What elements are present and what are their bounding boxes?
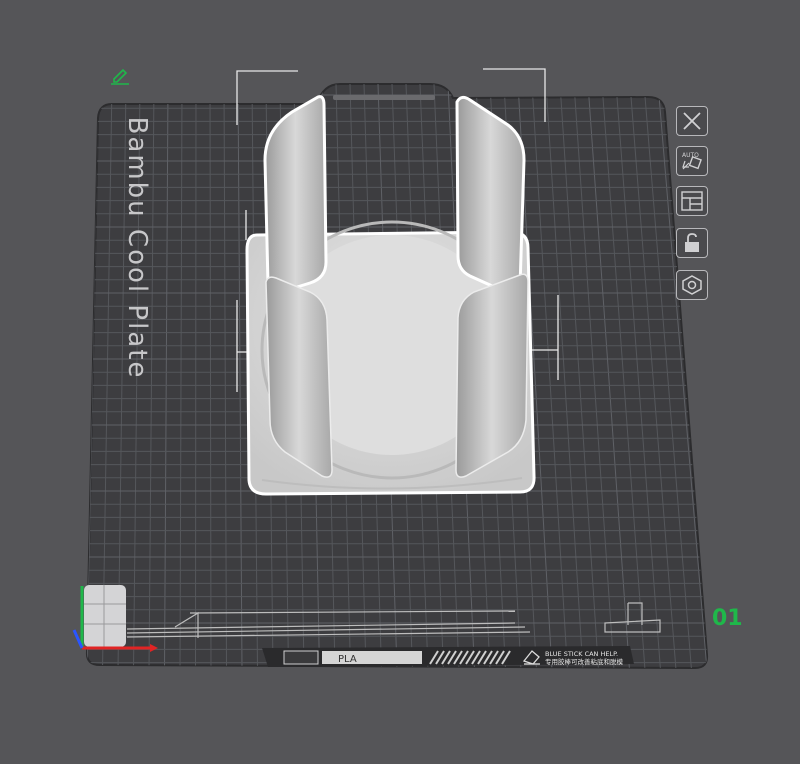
plate-name: Bambu Cool Plate: [122, 116, 152, 380]
remove-plate-button[interactable]: [676, 106, 708, 136]
arrange-icon: [681, 191, 703, 211]
glue-hint-en: BLUE STICK CAN HELP.: [545, 650, 618, 658]
plate-settings-icon: [682, 275, 702, 295]
filament-label: PLA: [338, 654, 357, 665]
glue-hint-cn: 专用胶棒可改善粘底和脱模: [545, 657, 624, 666]
auto-orient-icon: AUTO: [682, 152, 702, 170]
edit-plate-icon[interactable]: [109, 66, 131, 86]
arrange-button[interactable]: [676, 186, 708, 216]
plate-settings-button[interactable]: [676, 270, 708, 300]
auto-orient-button[interactable]: AUTO: [676, 146, 708, 176]
close-icon: [683, 112, 701, 130]
lock-icon: [685, 233, 699, 252]
plate-info-strip: PLA BLUE STICK CAN HELP. 专用胶棒可改善粘底和脱模: [262, 646, 634, 667]
lock-plate-button[interactable]: [676, 228, 708, 258]
plate-number: 01: [712, 606, 743, 631]
